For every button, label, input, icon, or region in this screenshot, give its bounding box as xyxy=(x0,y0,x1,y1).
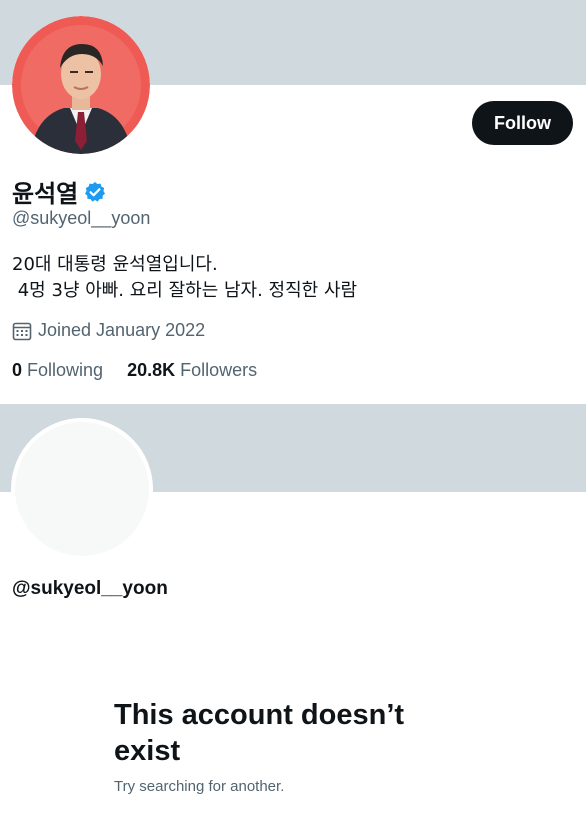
profile-handle: @sukyeol__yoon xyxy=(12,208,151,228)
missing-avatar-placeholder xyxy=(11,418,153,560)
follow-button[interactable]: Follow xyxy=(472,101,573,145)
verified-badge-icon xyxy=(84,181,106,203)
profile-bio: 20대 대통령 윤석열입니다. 4멍 3냥 아빠. 요리 잘하는 남자. 정직한… xyxy=(12,254,358,301)
account-missing-subtitle: Try searching for another. xyxy=(114,778,285,795)
twitter-profile-screenshot: Follow 윤석열 @sukyeol__yoon 20대 대통령 윤석열입니다… xyxy=(0,0,586,826)
followers-count: 20.8K xyxy=(127,360,176,380)
avatar[interactable] xyxy=(12,16,150,154)
following-label: Following xyxy=(27,360,104,380)
follow-stats: 0 Following 20.8K Followers xyxy=(12,360,257,381)
joined-date-row: Joined January 2022 xyxy=(12,320,205,341)
display-name-row: 윤석열 xyxy=(12,174,106,209)
calendar-icon xyxy=(12,321,32,341)
following-link[interactable]: 0 Following xyxy=(12,360,103,381)
following-count: 0 xyxy=(12,360,23,380)
avatar-photo xyxy=(12,16,150,154)
joined-date: Joined January 2022 xyxy=(38,320,206,340)
followers-label: Followers xyxy=(180,360,258,380)
account-missing-title: This account doesn’t exist xyxy=(114,699,405,767)
display-name: 윤석열 xyxy=(12,180,79,208)
followers-link[interactable]: 20.8K Followers xyxy=(127,360,257,381)
missing-profile-handle: @sukyeol__yoon xyxy=(12,578,168,599)
